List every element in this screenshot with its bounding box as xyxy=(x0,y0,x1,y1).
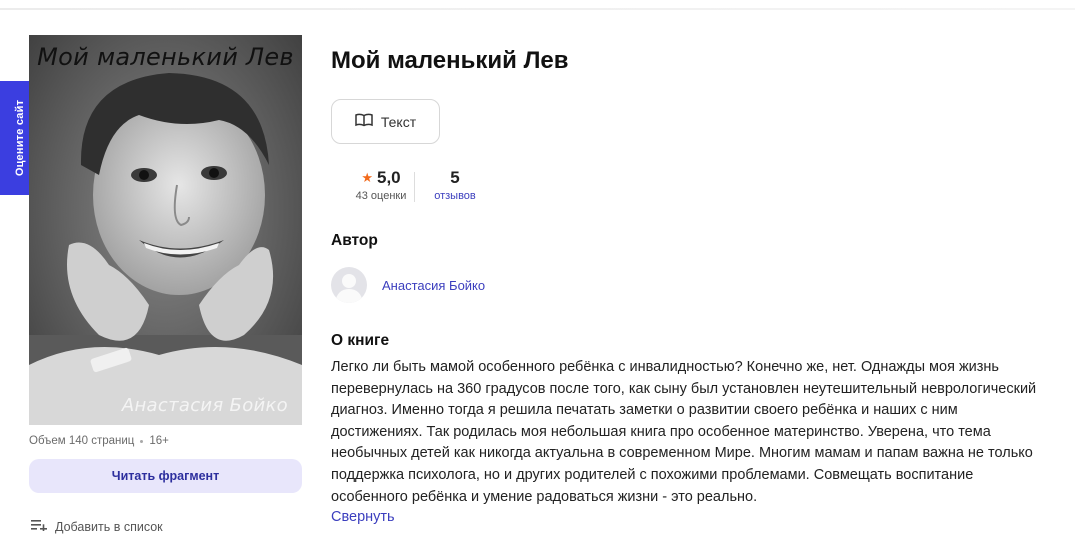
user-avatar-icon xyxy=(331,267,367,303)
about-heading: О книге xyxy=(331,332,390,349)
stats-divider xyxy=(414,172,415,202)
book-cover[interactable]: Мой маленький Лев Анастасия Бойко xyxy=(29,35,302,425)
volume-text: Объем 140 страниц xyxy=(29,435,135,447)
author-link[interactable]: Анастасия Бойко xyxy=(331,267,485,303)
meta-separator xyxy=(140,439,144,443)
author-name: Анастасия Бойко xyxy=(382,277,486,293)
top-divider xyxy=(0,8,1075,10)
collapse-link[interactable]: Свернуть xyxy=(331,509,395,525)
book-meta: Объем 140 страниц 16+ xyxy=(29,435,169,447)
add-to-list-label: Добавить в список xyxy=(55,519,163,534)
book-open-icon xyxy=(355,113,373,130)
rating-count: 43 оценки xyxy=(355,190,407,202)
book-title: Мой маленький Лев xyxy=(331,47,569,74)
rating-value: 5,0 xyxy=(377,168,401,187)
format-text-button[interactable]: Текст xyxy=(331,99,440,144)
list-add-icon xyxy=(31,519,47,534)
reviews-label: отзывов xyxy=(434,190,476,202)
cover-author-text: Анастасия Бойко xyxy=(121,395,288,416)
rate-site-label: Оцените сайт xyxy=(14,99,27,177)
read-fragment-button[interactable]: Читать фрагмент xyxy=(29,459,302,493)
star-icon: ★ xyxy=(361,170,373,185)
rating-block[interactable]: ★ 5,0 43 оценки xyxy=(341,168,421,202)
cover-title-text: Мой маленький Лев xyxy=(37,43,294,71)
reviews-block[interactable]: 5 отзывов xyxy=(428,168,482,202)
book-description: Легко ли быть мамой особенного ребёнка с… xyxy=(331,359,1037,505)
format-label: Текст xyxy=(380,113,417,130)
cover-photo xyxy=(29,35,302,425)
age-rating: 16+ xyxy=(149,435,169,447)
reviews-value: 5 xyxy=(450,168,460,187)
author-heading: Автор xyxy=(331,232,378,249)
add-to-list-button[interactable]: Добавить в список xyxy=(31,519,163,534)
